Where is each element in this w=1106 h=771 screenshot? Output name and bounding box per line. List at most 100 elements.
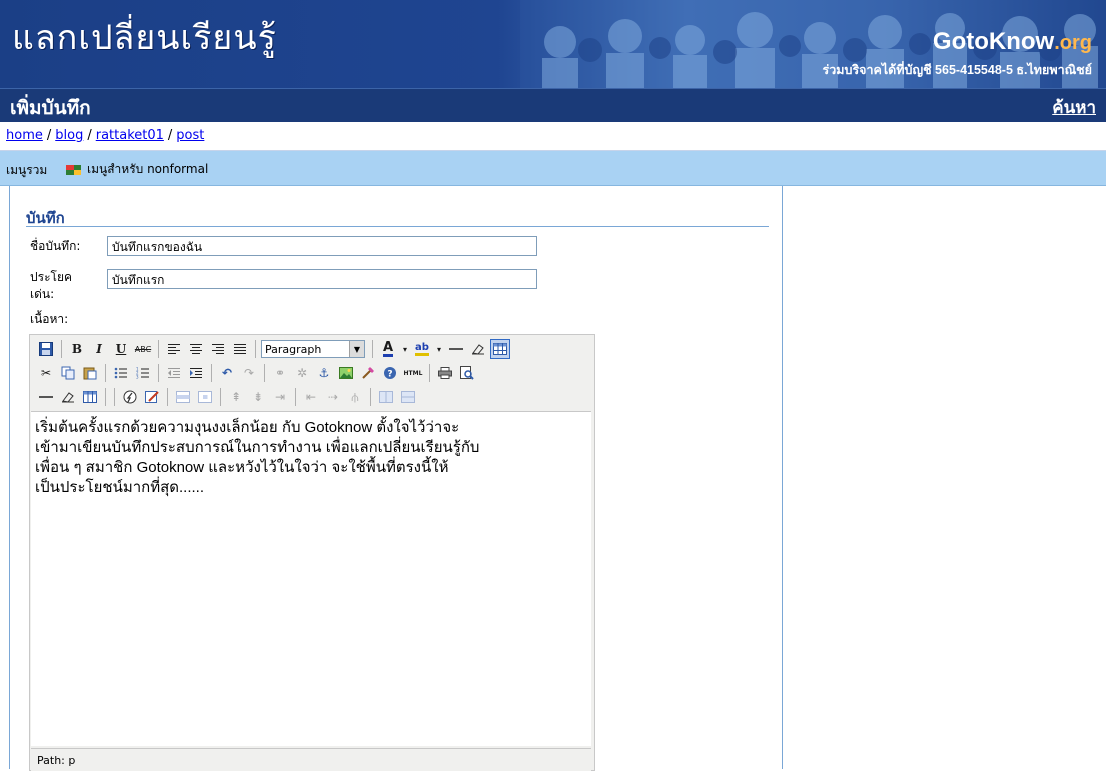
editor-content-line: เพื่อน ๆ สมาชิก Gotoknow และหวังไว้ในใจว… bbox=[35, 459, 449, 476]
chevron-down-icon: ▼ bbox=[349, 341, 364, 357]
menu-nonformal-label: เมนูสำหรับ nonformal bbox=[87, 162, 209, 176]
table-cell-props-icon[interactable] bbox=[195, 387, 215, 407]
redo-icon[interactable]: ↷ bbox=[239, 363, 259, 383]
brand-logo-org: .org bbox=[1054, 32, 1092, 54]
editor-content-text: เริ่มต้นครั้งแรกด้วยความงุนงงเล็กน้อย กั… bbox=[35, 418, 575, 498]
insert-row-after-icon[interactable]: ⇟ bbox=[248, 387, 268, 407]
search-link[interactable]: ค้นหา bbox=[1052, 94, 1096, 121]
toolbar-separator bbox=[105, 388, 106, 406]
insert-col-before-icon[interactable]: ⇤ bbox=[301, 387, 321, 407]
chevron-down-icon[interactable]: ▾ bbox=[400, 339, 410, 359]
breadcrumb-separator: / bbox=[167, 128, 173, 143]
flash-icon[interactable] bbox=[120, 387, 140, 407]
table-icon[interactable] bbox=[490, 339, 510, 359]
table-icon[interactable] bbox=[80, 387, 100, 407]
breadcrumb-separator: / bbox=[87, 128, 92, 143]
toolbar-separator bbox=[264, 364, 265, 382]
breadcrumb-home[interactable]: home bbox=[6, 128, 43, 143]
delete-row-icon[interactable]: ⇥ bbox=[270, 387, 290, 407]
split-cells-icon[interactable] bbox=[376, 387, 396, 407]
underline-button[interactable]: U bbox=[111, 339, 131, 359]
breadcrumb-separator: / bbox=[46, 128, 52, 143]
editor-toolbar-row-1: B I U ABC Paragraph ▼ A ▾ ab ▾ bbox=[36, 338, 512, 360]
menu-main[interactable]: เมนูรวม bbox=[6, 161, 47, 180]
title-label: ชื่อบันทึก: bbox=[30, 239, 81, 253]
editor-content-line: เริ่มต้นครั้งแรกด้วยความงุนงงเล็กน้อย กั… bbox=[35, 419, 460, 436]
insert-row-before-icon[interactable]: ⇞ bbox=[226, 387, 246, 407]
folder-icon bbox=[66, 164, 81, 176]
brand-logo[interactable]: GotoKnow.org bbox=[933, 28, 1092, 56]
toolbar-separator bbox=[220, 388, 221, 406]
eraser-icon[interactable] bbox=[468, 339, 488, 359]
save-icon[interactable] bbox=[36, 339, 56, 359]
outdent-icon[interactable] bbox=[164, 363, 184, 383]
page-header-bar: เพิ่มบันทึก ค้นหา bbox=[0, 88, 1106, 122]
toolbar-separator bbox=[61, 340, 62, 358]
chevron-down-icon[interactable]: ▾ bbox=[434, 339, 444, 359]
numbered-list-icon[interactable]: 123 bbox=[133, 363, 153, 383]
toolbar-separator bbox=[158, 340, 159, 358]
image-icon[interactable] bbox=[336, 363, 356, 383]
align-left-icon[interactable] bbox=[164, 339, 184, 359]
text-color-icon[interactable]: A bbox=[378, 339, 398, 359]
html-source-button[interactable]: HTML bbox=[402, 363, 424, 383]
indent-icon[interactable] bbox=[186, 363, 206, 383]
bullet-list-icon[interactable] bbox=[111, 363, 131, 383]
breadcrumb-user[interactable]: rattaket01 bbox=[96, 128, 164, 143]
anchor-icon[interactable]: ⚓ bbox=[314, 363, 334, 383]
toolbar-separator bbox=[114, 388, 115, 406]
menu-nonformal[interactable]: เมนูสำหรับ nonformal bbox=[66, 160, 208, 179]
align-center-icon[interactable] bbox=[186, 339, 206, 359]
breadcrumb: home / blog / rattaket01/post bbox=[0, 122, 1106, 151]
toolbar-separator bbox=[429, 364, 430, 382]
horizontal-rule-icon[interactable] bbox=[446, 339, 466, 359]
merge-cells-icon[interactable] bbox=[398, 387, 418, 407]
breadcrumb-blog[interactable]: blog bbox=[55, 128, 83, 143]
editor-content-area[interactable]: เริ่มต้นครั้งแรกด้วยความงุนงงเล็กน้อย กั… bbox=[31, 411, 591, 746]
toolbar-separator bbox=[105, 364, 106, 382]
eraser-icon[interactable] bbox=[58, 387, 78, 407]
section-divider bbox=[26, 226, 769, 227]
toolbar-separator bbox=[370, 388, 371, 406]
breadcrumb-post[interactable]: post bbox=[176, 128, 204, 143]
strikethrough-button[interactable]: ABC bbox=[133, 339, 153, 359]
copy-icon[interactable] bbox=[58, 363, 78, 383]
tagline-input[interactable]: บันทึกแรก bbox=[107, 269, 537, 289]
edit-attributes-icon[interactable] bbox=[142, 387, 162, 407]
editor-path: Path: p bbox=[37, 754, 76, 767]
align-justify-icon[interactable] bbox=[230, 339, 250, 359]
print-icon[interactable] bbox=[435, 363, 455, 383]
svg-text:3: 3 bbox=[136, 375, 139, 380]
italic-button[interactable]: I bbox=[89, 339, 109, 359]
editor-statusbar: Path: p bbox=[31, 748, 591, 771]
title-input[interactable]: บันทึกแรกของฉัน bbox=[107, 236, 537, 256]
delete-col-icon[interactable]: ⫛ bbox=[345, 387, 365, 407]
align-right-icon[interactable] bbox=[208, 339, 228, 359]
undo-icon[interactable]: ↶ bbox=[217, 363, 237, 383]
menu-bar: เมนูรวม เมนูสำหรับ nonformal bbox=[0, 151, 1106, 186]
cleanup-icon[interactable] bbox=[358, 363, 378, 383]
help-icon[interactable]: ? bbox=[380, 363, 400, 383]
table-row-props-icon[interactable] bbox=[173, 387, 193, 407]
format-select-value: Paragraph bbox=[265, 342, 322, 356]
paste-icon[interactable] bbox=[80, 363, 100, 383]
donation-notice: ร่วมบริจาคได้ที่บัญชี 565-415548-5 ธ.ไทย… bbox=[822, 63, 1092, 77]
highlight-color-icon[interactable]: ab bbox=[412, 339, 432, 359]
horizontal-rule-icon[interactable] bbox=[36, 387, 56, 407]
brand-logo-know: Know bbox=[988, 28, 1055, 55]
editor-toolbar-row-2: ✂ 123 ↶ ↷ ⚭ ✲ ⚓ ? HTML bbox=[36, 362, 479, 384]
preview-icon[interactable] bbox=[457, 363, 477, 383]
toolbar-separator bbox=[295, 388, 296, 406]
link-icon[interactable]: ⚭ bbox=[270, 363, 290, 383]
cut-icon[interactable]: ✂ bbox=[36, 363, 56, 383]
page-title: เพิ่มบันทึก bbox=[10, 97, 91, 119]
editor-content-line: เป็นประโยชน์มากที่สุด...... bbox=[35, 479, 204, 496]
format-select[interactable]: Paragraph ▼ bbox=[261, 340, 365, 358]
unlink-icon[interactable]: ✲ bbox=[292, 363, 312, 383]
rich-text-editor: B I U ABC Paragraph ▼ A ▾ ab ▾ ✂ 123 ↶ ↷… bbox=[29, 334, 595, 771]
bold-button[interactable]: B bbox=[67, 339, 87, 359]
brand-logo-goto: Goto bbox=[932, 28, 989, 55]
editor-content-line: เข้ามาเขียนบันทึกประสบการณ์ในการทำงาน เพ… bbox=[35, 439, 480, 456]
insert-col-after-icon[interactable]: ⇢ bbox=[323, 387, 343, 407]
tagline-label-line2: เด่น: bbox=[30, 287, 55, 301]
